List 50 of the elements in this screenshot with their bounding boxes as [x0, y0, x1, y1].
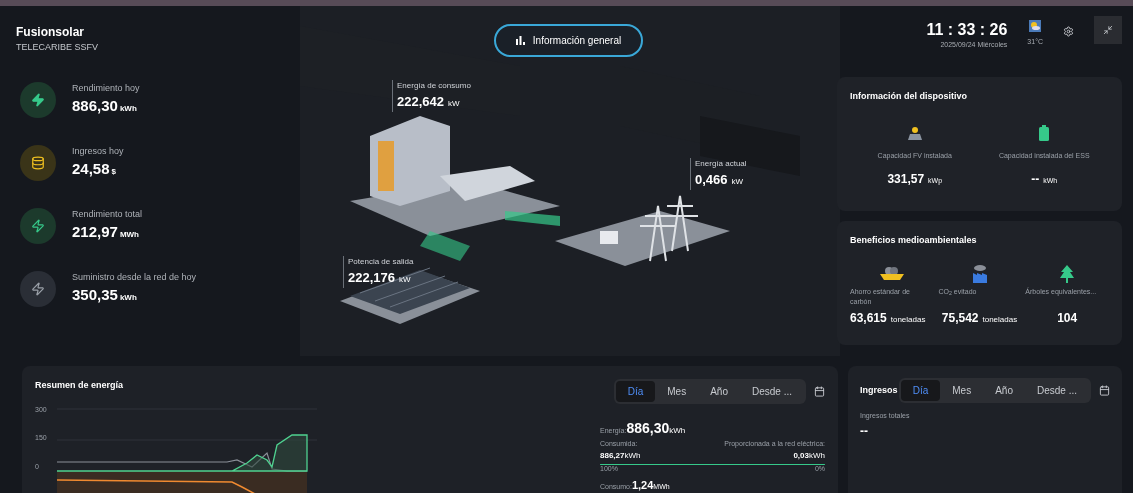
- period-tab[interactable]: Mes: [655, 381, 699, 402]
- logo: Fusionsolar: [16, 26, 85, 38]
- weather-icon: [1029, 20, 1042, 32]
- metric-label: Ingresos hoy: [72, 144, 124, 158]
- card-title: Información del dispositivo: [850, 90, 968, 103]
- battery-icon: [1039, 124, 1050, 141]
- overview-button[interactable]: Información general: [493, 24, 644, 57]
- tree-icon: [1060, 264, 1075, 283]
- metric-value: 886,30 kWh: [72, 96, 138, 116]
- period-tab[interactable]: Mes: [940, 380, 984, 401]
- factory-icon: [971, 264, 988, 283]
- flow-value: 222,176 kW: [348, 269, 412, 287]
- flow-value: 0,466 kW: [695, 171, 745, 189]
- calendar-icon[interactable]: [814, 386, 825, 397]
- period-tab[interactable]: Desde ...: [1024, 380, 1089, 401]
- clock-time: 11 : 33 : 26: [926, 20, 1008, 40]
- metric-value: 24,58$: [72, 159, 117, 179]
- bar-chart-icon: [515, 36, 525, 45]
- metric-label: Suministro desde la red de hoy: [72, 270, 197, 284]
- collapse-icon: [1103, 25, 1113, 35]
- period-tab[interactable]: Año: [698, 381, 740, 402]
- period-tab[interactable]: Año: [983, 380, 1025, 401]
- period-tab[interactable]: Día: [900, 380, 941, 401]
- panel-title: Ingresos: [860, 383, 898, 397]
- consumed-value: 886,27kWh: [600, 449, 641, 462]
- solar-panel-icon: [906, 124, 923, 141]
- panel-title: Resumen de energía: [35, 379, 125, 392]
- benefit-value: 104: [1057, 309, 1078, 327]
- settings-icon[interactable]: [1063, 26, 1074, 37]
- coins-icon: [20, 144, 56, 181]
- collapse-button[interactable]: [1094, 16, 1122, 44]
- revenue-total-value: --: [860, 422, 869, 440]
- metric-label: Rendimiento hoy: [72, 81, 140, 95]
- lightning-icon: [20, 81, 56, 118]
- card-title: Beneficios medioambientales: [850, 234, 978, 247]
- benefit-value: 75,542 toneladas: [941, 309, 1018, 327]
- coal-cart-icon: [878, 265, 905, 282]
- calendar-icon[interactable]: [1099, 385, 1110, 396]
- flow-label: Energía de consumo: [397, 80, 471, 92]
- metric-value: 350,35 kWh: [72, 285, 138, 305]
- plant-name: TELECARIBE SSFV: [16, 41, 100, 54]
- period-tab[interactable]: Desde ...: [739, 381, 804, 402]
- flow-label: Potencia de salida: [348, 256, 414, 268]
- flow-label: Energía actual: [695, 158, 747, 170]
- period-tab[interactable]: Día: [615, 381, 656, 402]
- metric-value: 212,97 MWh: [72, 222, 140, 242]
- metric-label: Rendimiento total: [72, 207, 143, 221]
- flow-value: 222,642 kW: [397, 93, 461, 111]
- fed-value: 0,03kWh: [793, 449, 825, 462]
- benefit-value: 63,615 toneladas: [850, 309, 926, 327]
